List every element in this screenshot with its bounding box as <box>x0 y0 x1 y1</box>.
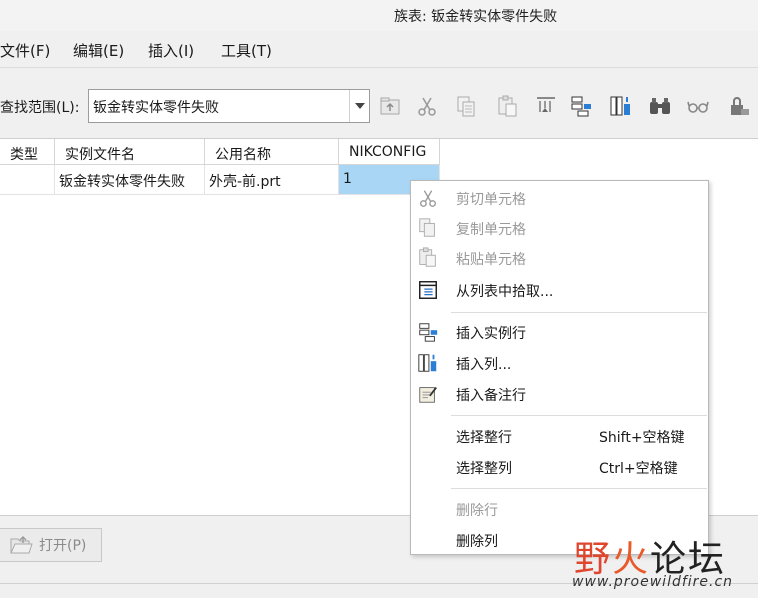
menu-paste-cell-label: 粘贴单元格 <box>456 252 526 268</box>
copy-icon[interactable] <box>453 93 479 119</box>
menu-copy-cell[interactable]: 复制单元格 <box>411 213 708 243</box>
copy-icon <box>417 217 439 239</box>
menu-paste-cell[interactable]: 粘贴单元格 <box>411 243 708 273</box>
open-button-label: 打开(P) <box>39 538 87 554</box>
header-instance-name[interactable]: 实例文件名 <box>55 139 205 165</box>
insert-row-icon <box>417 321 439 343</box>
menu-select-row-label: 选择整行 <box>456 430 512 446</box>
menu-select-column-label: 选择整列 <box>456 461 512 477</box>
chevron-down-icon[interactable] <box>349 90 369 122</box>
watermark-logo: 野火论坛 www.proewildfire.cn <box>568 514 758 598</box>
list-icon <box>417 279 439 301</box>
header-type[interactable]: 类型 <box>0 139 55 165</box>
insert-row-icon[interactable] <box>568 93 594 119</box>
menu-bar: 文件(F) 编辑(E) 插入(I) 工具(T) <box>0 31 758 68</box>
cell-instance-name[interactable]: 钣金转实体零件失败 <box>55 165 205 195</box>
cut-icon[interactable] <box>414 93 440 119</box>
menu-insert-note-row[interactable]: 插入备注行 <box>411 379 708 409</box>
header-common-name[interactable]: 公用名称 <box>205 139 339 165</box>
menu-delete-row-label: 删除行 <box>456 503 498 519</box>
menu-pick-from-list[interactable]: 从列表中拾取... <box>411 275 708 305</box>
cell-type[interactable] <box>0 165 55 195</box>
window-title: 族表: 钣金转实体零件失败 <box>394 9 558 25</box>
menu-insert-column[interactable]: 插入列... <box>411 348 708 378</box>
open-button[interactable]: 打开(P) <box>0 528 102 562</box>
menu-tools[interactable]: 工具(T) <box>221 40 272 61</box>
menu-pick-from-list-label: 从列表中拾取... <box>456 284 554 300</box>
menu-delete-column-label: 删除列 <box>456 534 498 550</box>
title-bar: 族表: 钣金转实体零件失败 <box>0 0 758 31</box>
header-nikconfig[interactable]: NIKCONFIG <box>339 139 440 165</box>
watermark-url: www.proewildfire.cn <box>572 574 734 590</box>
menu-copy-cell-label: 复制单元格 <box>456 222 526 238</box>
toolbar: 查找范围(L): 钣金转实体零件失败 <box>0 68 758 138</box>
search-scope-value: 钣金转实体零件失败 <box>93 100 219 116</box>
paste-icon <box>417 247 439 269</box>
insert-column-icon <box>417 352 439 374</box>
open-folder-icon <box>10 536 33 554</box>
menu-insert-instance-row-label: 插入实例行 <box>456 326 526 342</box>
menu-cut-cell-label: 剪切单元格 <box>456 192 526 208</box>
note-icon <box>417 383 439 405</box>
insert-column-icon[interactable] <box>608 93 634 119</box>
menu-insert-instance-row[interactable]: 插入实例行 <box>411 317 708 347</box>
menu-insert-column-label: 插入列... <box>456 357 512 373</box>
lock-icon[interactable] <box>726 93 752 119</box>
menu-separator <box>451 312 707 313</box>
find-icon[interactable] <box>647 93 673 119</box>
menu-file[interactable]: 文件(F) <box>0 40 50 61</box>
cell-common-name[interactable]: 外壳-前.prt <box>205 165 339 195</box>
table-header: 类型 实例文件名 公用名称 NIKCONFIG <box>0 139 440 165</box>
menu-select-row-shortcut: Shift+空格键 <box>599 430 685 446</box>
menu-insert[interactable]: 插入(I) <box>148 40 194 61</box>
search-scope-dropdown[interactable]: 钣金转实体零件失败 <box>88 89 370 123</box>
menu-select-column[interactable]: 选择整列 Ctrl+空格键 <box>411 452 708 482</box>
menu-edit[interactable]: 编辑(E) <box>73 40 124 61</box>
context-menu: 剪切单元格 复制单元格 粘贴单元格 从列表中拾取... 插入实例行 插入列...… <box>410 180 709 555</box>
menu-separator <box>451 415 707 416</box>
up-folder-icon[interactable] <box>377 93 403 119</box>
menu-select-column-shortcut: Ctrl+空格键 <box>599 461 678 477</box>
paste-icon[interactable] <box>494 93 520 119</box>
search-scope-label: 查找范围(L): <box>0 100 80 116</box>
glasses-icon[interactable] <box>685 93 711 119</box>
menu-separator <box>451 488 707 489</box>
cut-icon <box>417 187 439 209</box>
insert-icon[interactable] <box>533 93 559 119</box>
menu-select-row[interactable]: 选择整行 Shift+空格键 <box>411 421 708 451</box>
menu-cut-cell[interactable]: 剪切单元格 <box>411 183 708 213</box>
menu-insert-note-row-label: 插入备注行 <box>456 388 526 404</box>
